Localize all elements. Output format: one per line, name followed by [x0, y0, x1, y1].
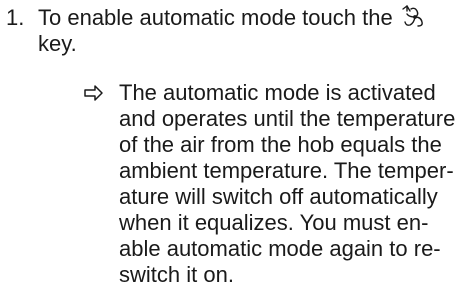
result-text-line: The automatic mode is activated: [119, 80, 436, 105]
result-text-line: switch it on.: [119, 262, 234, 287]
result-text-line: ambient temperature. The temper-: [119, 158, 454, 183]
step-text: To enable automatic mode touch the key.: [38, 5, 472, 57]
automatic-mode-fan-icon: [401, 5, 425, 29]
result-text: The automatic mode is activated and oper…: [119, 80, 472, 288]
step-text-line-1: To enable automatic mode touch the: [38, 5, 472, 31]
result-text-line: ature will switch off automatically: [119, 184, 438, 209]
step-text-line-1-text: To enable automatic mode touch the: [38, 5, 393, 30]
result-text-line: able automatic mode again to re-: [119, 236, 441, 261]
result-text-line: when it equalizes. You must en-: [119, 210, 429, 235]
result-arrow-icon: [84, 82, 104, 104]
step-text-line-2: key.: [38, 31, 77, 56]
result-text-line: and operates until the temperature: [119, 106, 456, 131]
result-text-line: of the air from the hob equals the: [119, 132, 442, 157]
step-number: 1.: [6, 5, 25, 30]
